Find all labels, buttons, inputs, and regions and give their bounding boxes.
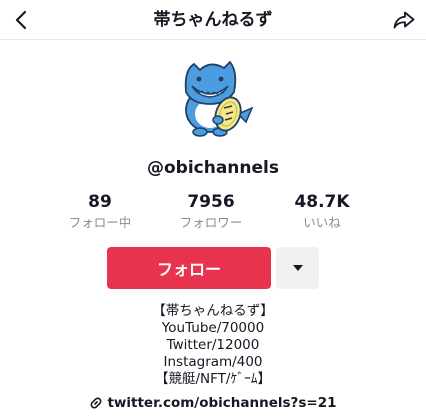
profile-link[interactable]: twitter.com/obichannels?s=21: [0, 394, 426, 412]
page-title: 帯ちゃんねるず: [153, 10, 273, 30]
follow-button[interactable]: フォロー: [107, 247, 271, 289]
avatar[interactable]: [166, 48, 262, 144]
username: @obichannels: [146, 158, 279, 178]
link-icon: [91, 397, 102, 409]
top-bar: 帯ちゃんねるず: [0, 0, 426, 40]
bio-line: Twitter/12000: [166, 337, 260, 353]
followers-label: フォロワー: [179, 215, 243, 230]
share-arrow-icon: [393, 11, 415, 29]
more-options-button[interactable]: [276, 247, 319, 289]
caret-down-icon: [292, 265, 303, 271]
bio-line: Instagram/400: [163, 354, 263, 370]
likes-count: 48.7K: [294, 192, 350, 212]
bio-line: 【競艇/NFT/ｹﾞｰﾑ】: [155, 371, 271, 387]
back-button[interactable]: [8, 7, 34, 33]
following-count: 89: [88, 192, 112, 212]
likes-label: いいね: [303, 215, 341, 230]
chevron-left-icon: [15, 10, 27, 30]
bio-line: YouTube/70000: [161, 320, 265, 336]
share-button[interactable]: [390, 7, 418, 33]
stat-likes: 48.7K いいね: [272, 192, 372, 232]
following-label: フォロー中: [68, 215, 132, 230]
stat-following[interactable]: 89 フォロー中: [50, 192, 150, 232]
shark-mascot-avatar: [166, 48, 262, 144]
followers-count: 7956: [187, 192, 235, 212]
profile-bio: 【帯ちゃんねるず】 YouTube/70000 Twitter/12000 In…: [0, 303, 426, 388]
stat-followers[interactable]: 7956 フォロワー: [161, 192, 261, 232]
link-url: twitter.com/obichannels?s=21: [107, 395, 337, 411]
bio-line: 【帯ちゃんねるず】: [152, 303, 274, 319]
